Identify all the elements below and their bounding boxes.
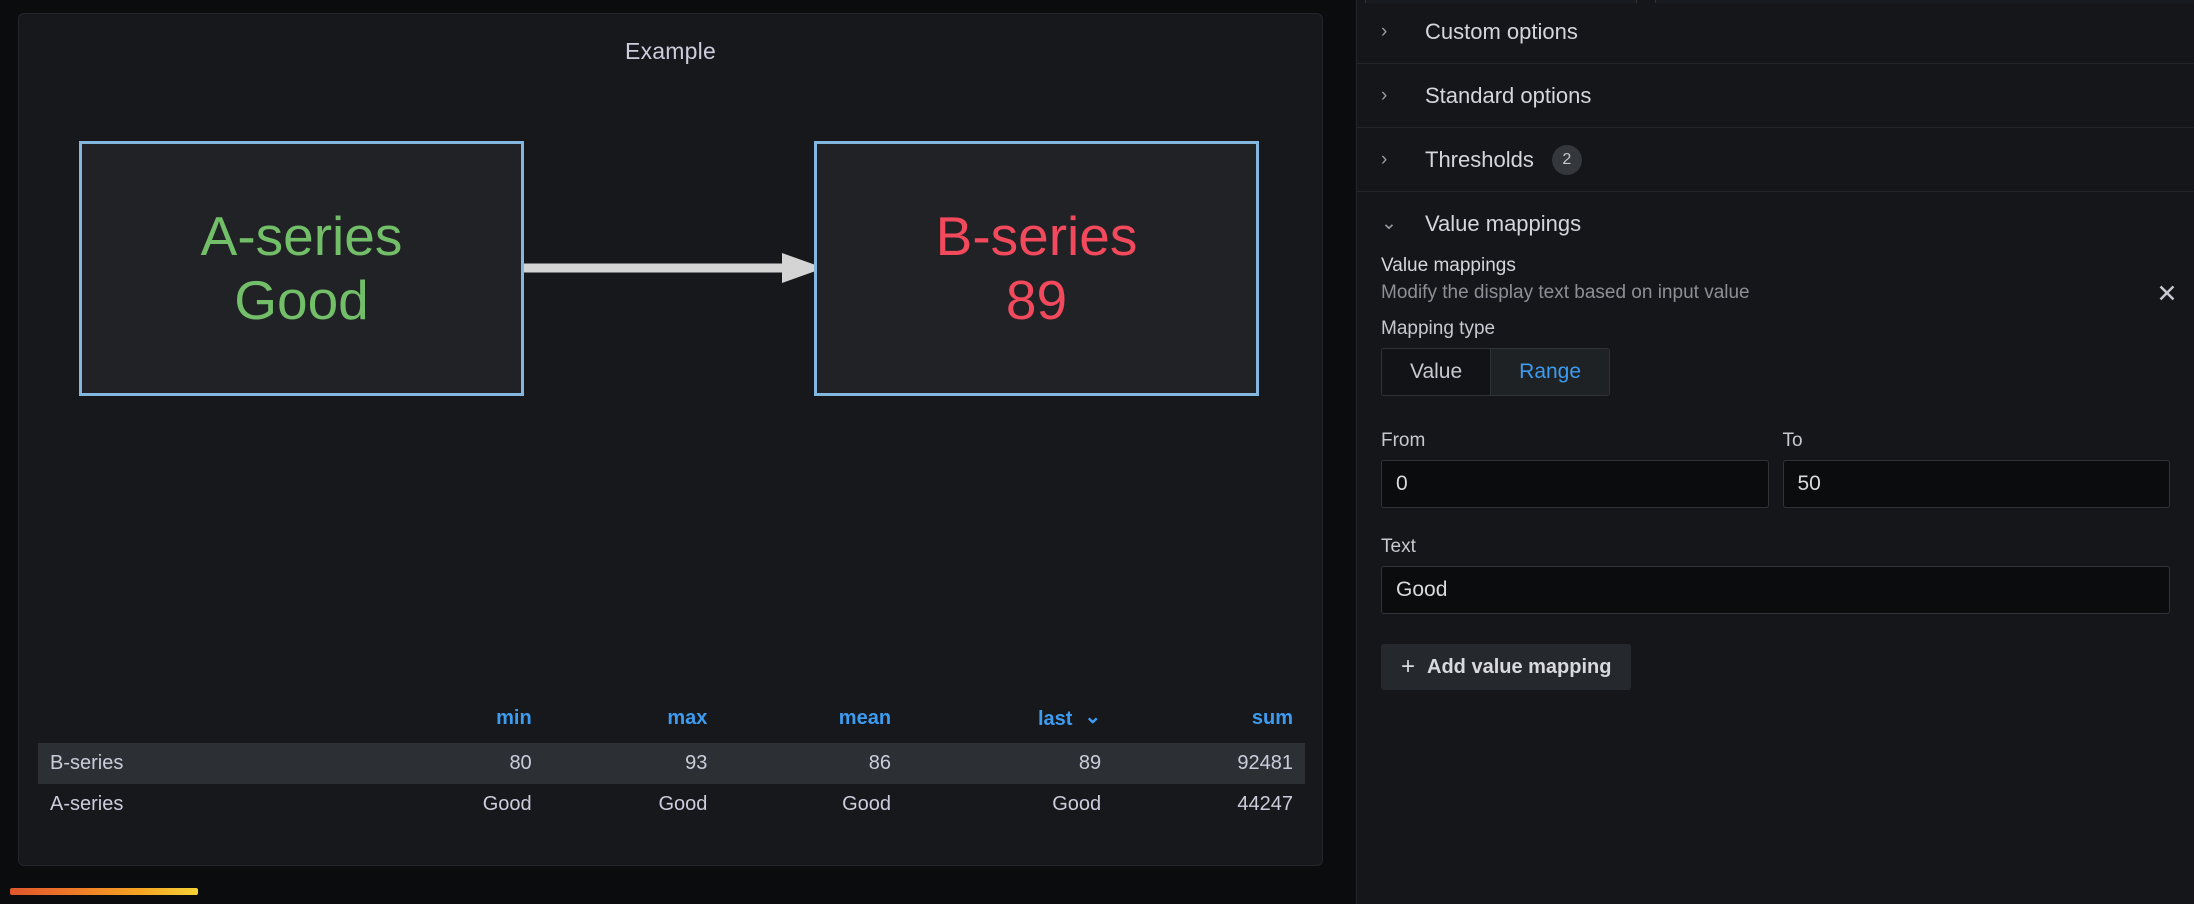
chevron-right-icon: › bbox=[1381, 20, 1388, 42]
node-b-series[interactable]: B-series 89 bbox=[814, 141, 1259, 396]
arrow-right-icon bbox=[524, 253, 824, 283]
text-field-group: Text bbox=[1381, 536, 2170, 644]
add-value-mapping-button[interactable]: + Add value mapping bbox=[1381, 644, 1632, 690]
legend-cell-min: 80 bbox=[509, 752, 532, 774]
section-title-standard-options: Standard options bbox=[1425, 82, 1592, 108]
legend-cell-last: 89 bbox=[1078, 752, 1102, 774]
node-graph-canvas[interactable]: A-series Good B-series 89 bbox=[19, 72, 1322, 692]
legend-header-series bbox=[38, 700, 368, 743]
legend-cell-mean: 86 bbox=[868, 752, 892, 774]
legend-cell-mean: Good bbox=[842, 793, 892, 815]
legend-cell-series[interactable]: B-series bbox=[38, 743, 368, 784]
from-input[interactable] bbox=[1381, 460, 1769, 508]
legend-table: min max mean last ⌄ sum B-series 80 93 8… bbox=[38, 700, 1305, 825]
visualization-area: Example A-series Good B-series 89 min ma… bbox=[0, 0, 1356, 904]
from-label: From bbox=[1381, 430, 1426, 451]
legend-cell-last: Good bbox=[1052, 793, 1102, 815]
node-a-title: A-series bbox=[200, 205, 403, 268]
section-header-value-mappings[interactable]: ⌄ Value mappings bbox=[1357, 192, 2194, 255]
section-title-thresholds: Thresholds bbox=[1425, 146, 1534, 172]
legend-cell-series[interactable]: A-series bbox=[38, 784, 368, 825]
legend-cell-sum: 92481 bbox=[1237, 752, 1293, 774]
chevron-right-icon: › bbox=[1381, 148, 1388, 170]
value-mappings-body: Value mappings Modify the display text b… bbox=[1357, 255, 2194, 710]
node-b-value: 89 bbox=[1005, 268, 1068, 331]
table-row[interactable]: A-series Good Good Good Good 44247 bbox=[38, 784, 1305, 825]
value-mappings-field-description: Modify the display text based on input v… bbox=[1381, 282, 1750, 303]
section-title-custom-options: Custom options bbox=[1425, 18, 1578, 44]
section-title-value-mappings: Value mappings bbox=[1425, 210, 1582, 236]
threshold-gradient-bar bbox=[10, 888, 198, 895]
table-row[interactable]: B-series 80 93 86 89 92481 bbox=[38, 743, 1305, 784]
options-sidebar: › Custom options › Standard options › Th… bbox=[1356, 0, 2194, 904]
legend-header-row: min max mean last ⌄ sum bbox=[38, 700, 1305, 743]
value-mappings-field-label: Value mappings bbox=[1381, 255, 1516, 276]
legend-header-last[interactable]: last ⌄ bbox=[903, 700, 1113, 743]
mapping-type-label: Mapping type bbox=[1381, 318, 1496, 339]
legend-header-min[interactable]: min bbox=[368, 700, 544, 743]
text-input[interactable] bbox=[1381, 566, 2170, 614]
mapping-type-radio-group[interactable]: Value Range bbox=[1381, 348, 1611, 396]
plus-icon: + bbox=[1401, 653, 1416, 680]
to-label: To bbox=[1782, 430, 1803, 451]
panel-container: Example A-series Good B-series 89 min ma… bbox=[18, 13, 1323, 866]
app-root: Example A-series Good B-series 89 min ma… bbox=[0, 0, 2194, 904]
legend-header-mean[interactable]: mean bbox=[719, 700, 903, 743]
section-header-standard-options[interactable]: › Standard options bbox=[1357, 64, 2194, 127]
to-input[interactable] bbox=[1782, 460, 2170, 508]
section-value-mappings: ⌄ Value mappings Value mappings Modify t… bbox=[1357, 192, 2194, 710]
legend-header-sum[interactable]: sum bbox=[1113, 700, 1305, 743]
legend-cell-max: Good bbox=[658, 793, 708, 815]
section-custom-options: › Custom options bbox=[1357, 0, 2194, 64]
legend-header-last-label: last bbox=[1037, 708, 1073, 730]
mapping-type-range-button[interactable]: Range bbox=[1491, 349, 1610, 395]
panel-title: Example bbox=[625, 38, 716, 64]
thresholds-count-badge: 2 bbox=[1551, 144, 1582, 175]
node-a-value: Good bbox=[234, 268, 369, 331]
section-standard-options: › Standard options bbox=[1357, 64, 2194, 128]
text-label: Text bbox=[1381, 536, 1416, 557]
section-thresholds: › Thresholds 2 bbox=[1357, 128, 2194, 192]
mapping-type-value-button[interactable]: Value bbox=[1382, 349, 1492, 395]
legend-cell-min: Good bbox=[482, 793, 532, 815]
range-inputs-row: From To bbox=[1381, 430, 2170, 508]
to-field-group: To bbox=[1782, 430, 2170, 508]
legend-header-max[interactable]: max bbox=[544, 700, 720, 743]
legend-cell-max: 93 bbox=[685, 752, 708, 774]
sort-caret-down-icon: ⌄ bbox=[1084, 706, 1102, 728]
legend-cell-sum: 44247 bbox=[1237, 793, 1293, 815]
node-a-series[interactable]: A-series Good bbox=[79, 141, 524, 396]
section-header-thresholds[interactable]: › Thresholds 2 bbox=[1357, 128, 2194, 191]
node-b-title: B-series bbox=[935, 205, 1138, 268]
chevron-down-icon: ⌄ bbox=[1381, 213, 1397, 234]
chevron-right-icon: › bbox=[1381, 84, 1388, 106]
from-field-group: From bbox=[1381, 430, 1769, 508]
add-value-mapping-label: Add value mapping bbox=[1427, 655, 1612, 678]
section-header-custom-options[interactable]: › Custom options bbox=[1357, 0, 2194, 63]
close-icon[interactable]: ✕ bbox=[2150, 277, 2184, 311]
